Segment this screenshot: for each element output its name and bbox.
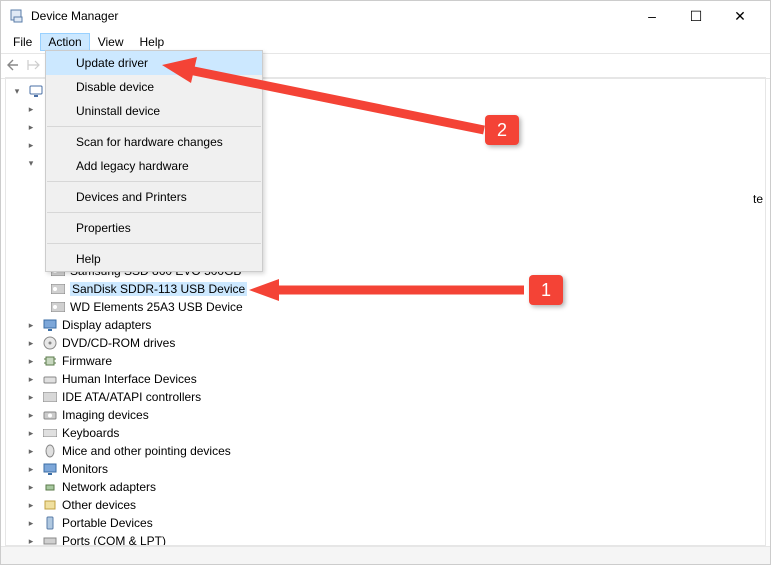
- chevron-right-icon[interactable]: [24, 410, 38, 421]
- minimize-button[interactable]: –: [630, 1, 674, 31]
- item-label: SanDisk SDDR-113 USB Device: [70, 282, 247, 296]
- chevron-right-icon[interactable]: [24, 356, 38, 367]
- item-label: IDE ATA/ATAPI controllers: [62, 390, 201, 404]
- chevron-right-icon[interactable]: [24, 536, 38, 547]
- chevron-down-icon[interactable]: [24, 158, 38, 169]
- tree-category-monitors[interactable]: Monitors: [6, 460, 765, 478]
- tree-category-hid[interactable]: Human Interface Devices: [6, 370, 765, 388]
- display-icon: [42, 317, 58, 333]
- chevron-right-icon[interactable]: [24, 482, 38, 493]
- item-label: Human Interface Devices: [62, 372, 197, 386]
- annotation-callout-1: 1: [529, 275, 563, 305]
- monitor-icon: [42, 461, 58, 477]
- toolbar-forward-icon[interactable]: [27, 58, 43, 75]
- menu-view[interactable]: View: [90, 33, 132, 51]
- imaging-icon: [42, 407, 58, 423]
- chevron-right-icon[interactable]: [24, 464, 38, 475]
- tree-category-dvd[interactable]: DVD/CD-ROM drives: [6, 334, 765, 352]
- other-icon: [42, 497, 58, 513]
- tree-category-other[interactable]: Other devices: [6, 496, 765, 514]
- mouse-icon: [42, 443, 58, 459]
- menu-properties[interactable]: Properties: [46, 216, 262, 240]
- annotation-callout-2: 2: [485, 115, 519, 145]
- app-icon: [9, 8, 25, 24]
- chevron-right-icon[interactable]: [24, 122, 38, 133]
- disk-icon: [50, 299, 66, 315]
- item-label: Keyboards: [62, 426, 119, 440]
- tree-category-ide[interactable]: IDE ATA/ATAPI controllers: [6, 388, 765, 406]
- statusbar: [1, 546, 770, 564]
- item-label: Portable Devices: [62, 516, 153, 530]
- hid-icon: [42, 371, 58, 387]
- menu-devices-printers[interactable]: Devices and Printers: [46, 185, 262, 209]
- titlebar: Device Manager – ☐ ✕: [1, 1, 770, 31]
- annotation-arrow-2: [159, 57, 499, 147]
- chevron-right-icon[interactable]: [24, 320, 38, 331]
- tree-category-mice[interactable]: Mice and other pointing devices: [6, 442, 765, 460]
- keyboard-icon: [42, 425, 58, 441]
- chevron-right-icon[interactable]: [24, 392, 38, 403]
- menu-separator: [47, 181, 261, 182]
- item-label: Imaging devices: [62, 408, 149, 422]
- tree-category-portable[interactable]: Portable Devices: [6, 514, 765, 532]
- toolbar-back-icon[interactable]: [7, 58, 23, 75]
- item-label: Mice and other pointing devices: [62, 444, 231, 458]
- menu-help[interactable]: Help: [132, 33, 173, 51]
- ports-icon: [42, 533, 58, 546]
- window-title: Device Manager: [31, 9, 118, 23]
- tree-category-firmware[interactable]: Firmware: [6, 352, 765, 370]
- menu-separator: [47, 243, 261, 244]
- chevron-right-icon[interactable]: [24, 374, 38, 385]
- item-label: Ports (COM & LPT): [62, 534, 166, 546]
- item-label: WD Elements 25A3 USB Device: [70, 300, 243, 314]
- disk-label-fragment: te: [753, 192, 765, 206]
- close-button[interactable]: ✕: [718, 1, 762, 31]
- tree-category-imaging[interactable]: Imaging devices: [6, 406, 765, 424]
- item-label: Firmware: [62, 354, 112, 368]
- tree-category-display[interactable]: Display adapters: [6, 316, 765, 334]
- dvd-icon: [42, 335, 58, 351]
- item-label: Display adapters: [62, 318, 151, 332]
- chevron-right-icon[interactable]: [24, 140, 38, 151]
- chevron-right-icon[interactable]: [24, 428, 38, 439]
- tree-category-keyboards[interactable]: Keyboards: [6, 424, 765, 442]
- chevron-right-icon[interactable]: [24, 338, 38, 349]
- item-label: Network adapters: [62, 480, 156, 494]
- portable-icon: [42, 515, 58, 531]
- annotation-arrow-1: [249, 279, 539, 301]
- chevron-right-icon[interactable]: [24, 518, 38, 529]
- network-icon: [42, 479, 58, 495]
- menu-add-legacy[interactable]: Add legacy hardware: [46, 154, 262, 178]
- item-label: DVD/CD-ROM drives: [62, 336, 175, 350]
- item-label: Other devices: [62, 498, 136, 512]
- menu-separator: [47, 212, 261, 213]
- menu-action[interactable]: Action: [40, 33, 89, 51]
- maximize-button[interactable]: ☐: [674, 1, 718, 31]
- item-label: Monitors: [62, 462, 108, 476]
- menu-help[interactable]: Help: [46, 247, 262, 271]
- chevron-right-icon[interactable]: [24, 446, 38, 457]
- chevron-down-icon[interactable]: [10, 86, 24, 97]
- firmware-icon: [42, 353, 58, 369]
- tree-category-network[interactable]: Network adapters: [6, 478, 765, 496]
- tree-category-ports[interactable]: Ports (COM & LPT): [6, 532, 765, 546]
- chevron-right-icon[interactable]: [24, 104, 38, 115]
- ide-icon: [42, 389, 58, 405]
- disk-icon: [50, 281, 66, 297]
- chevron-right-icon[interactable]: [24, 500, 38, 511]
- menu-file[interactable]: File: [5, 33, 40, 51]
- computer-icon: [28, 83, 44, 99]
